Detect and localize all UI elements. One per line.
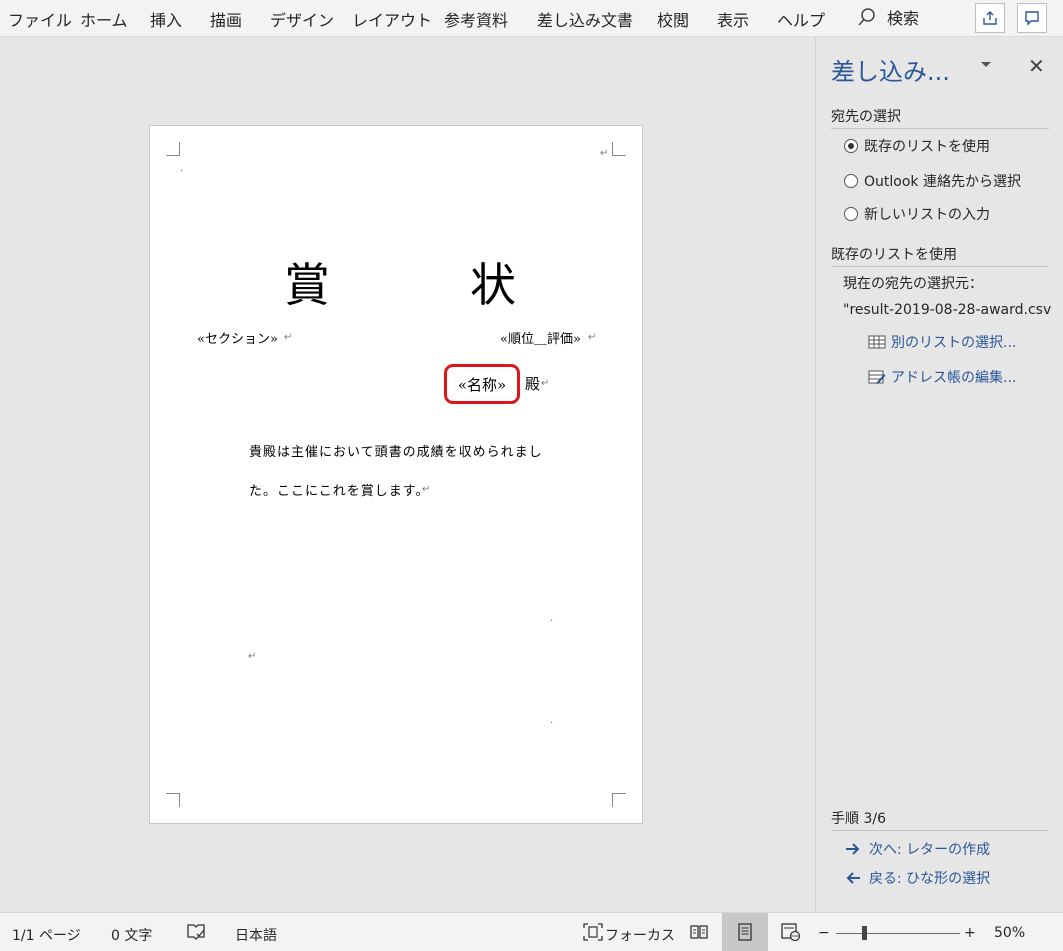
read-mode-icon[interactable] — [689, 923, 709, 941]
mail-merge-pane: 差し込み... ✕ 宛先の選択 既存のリストを使用 Outlook 連絡先から選… — [815, 38, 1063, 912]
tab-review[interactable]: 校閲 — [657, 7, 689, 31]
focus-mode-button[interactable]: フォーカス — [605, 925, 675, 945]
select-other-list-link[interactable]: 別のリストの選択... — [868, 332, 1016, 352]
link-label: 別のリストの選択... — [891, 335, 1017, 351]
current-source-label: 現在の宛先の選択元： — [843, 276, 983, 292]
link-label: アドレス帳の編集... — [891, 370, 1017, 386]
next-step-link[interactable]: 次へ: レターの作成 — [845, 839, 990, 859]
proofing-book-icon[interactable] — [186, 923, 206, 941]
merge-field-rank[interactable]: «順位＿評価» — [500, 328, 581, 347]
margin-corner-bottom-right — [612, 793, 626, 807]
search-label: 検索 — [887, 9, 920, 28]
language-indicator[interactable]: 日本語 — [235, 925, 277, 945]
arrow-right-icon — [846, 843, 860, 855]
share-icon — [983, 11, 997, 25]
honorific-text: 殿 — [525, 375, 541, 393]
margin-corner-top-right — [612, 142, 626, 156]
margin-corner-top-left — [166, 142, 180, 156]
search-icon — [858, 8, 875, 26]
document-page[interactable]: ↵ · 賞 状 «セクション» ↵ «順位＿評価» ↵ «名称» 殿 ↵ 貴殿は… — [149, 125, 643, 824]
tab-help[interactable]: ヘルプ — [777, 7, 825, 31]
link-label: 次へ: レターの作成 — [869, 842, 991, 858]
tab-design[interactable]: デザイン — [270, 7, 334, 31]
zoom-in-button[interactable]: + — [964, 925, 976, 941]
edit-address-book-link[interactable]: アドレス帳の編集... — [868, 367, 1016, 387]
paragraph-mark: · — [180, 166, 184, 177]
tab-references[interactable]: 参考資料 — [444, 7, 508, 31]
pane-title: 差し込み... — [831, 58, 950, 86]
radio-use-existing-list[interactable]: 既存のリストを使用 — [844, 136, 990, 156]
body-text-line-2: た。ここにこれを賞します。 — [249, 484, 430, 499]
tab-insert[interactable]: 挿入 — [150, 7, 182, 31]
paragraph-mark: · — [550, 616, 554, 627]
paragraph-mark: · — [550, 718, 554, 729]
paragraph-mark: ↵ — [541, 378, 550, 389]
paragraph-mark: ↵ — [248, 651, 257, 662]
tab-file[interactable]: ファイル — [8, 7, 72, 31]
paragraph-mark: ↵ — [284, 332, 293, 343]
paragraph-mark: ↵ — [422, 484, 431, 495]
paragraph-mark: ↵ — [600, 148, 609, 159]
title-char-left: 賞 — [284, 258, 330, 312]
ribbon-tab-bar: ファイル ホーム 挿入 描画 デザイン レイアウト 参考資料 差し込み文書 校閲… — [0, 0, 1063, 37]
title-char-right: 状 — [470, 258, 516, 312]
comment-icon — [1025, 11, 1039, 26]
radio-button[interactable] — [844, 207, 858, 221]
zoom-slider-track[interactable] — [836, 933, 960, 934]
zoom-slider-thumb[interactable] — [862, 926, 867, 940]
word-count[interactable]: 0 文字 — [111, 925, 152, 945]
arrow-left-icon — [846, 872, 860, 884]
pane-options-chevron-icon[interactable] — [979, 58, 993, 72]
margin-corner-bottom-left — [166, 793, 180, 807]
radio-button[interactable] — [844, 139, 858, 153]
paragraph-mark: ↵ — [588, 332, 597, 343]
table-icon — [868, 335, 886, 349]
search-box[interactable]: 検索 — [857, 5, 919, 29]
previous-step-link[interactable]: 戻る: ひな形の選択 — [845, 868, 990, 888]
tab-mailings[interactable]: 差し込み文書 — [537, 7, 633, 31]
radio-outlook-contacts[interactable]: Outlook 連絡先から選択 — [844, 171, 1021, 191]
page-count[interactable]: 1/1 ページ — [12, 925, 81, 945]
zoom-out-button[interactable]: − — [818, 925, 830, 941]
focus-icon — [583, 923, 603, 941]
print-layout-icon[interactable] — [735, 923, 755, 941]
close-icon[interactable]: ✕ — [1028, 54, 1045, 78]
status-bar: 1/1 ページ 0 文字 日本語 フォーカス − + 50% — [0, 912, 1063, 951]
tab-layout[interactable]: レイアウト — [352, 7, 432, 31]
merge-field-section[interactable]: «セクション» — [197, 328, 278, 347]
tab-view[interactable]: 表示 — [717, 7, 749, 31]
name-field-highlight: «名称» — [444, 364, 520, 404]
merge-field-name[interactable]: «名称» — [458, 374, 506, 395]
radio-label: 既存のリストを使用 — [864, 139, 990, 155]
tab-draw[interactable]: 描画 — [210, 7, 242, 31]
radio-button[interactable] — [844, 174, 858, 188]
section-heading-recipients: 宛先の選択 — [831, 106, 1049, 129]
comments-button[interactable] — [1017, 3, 1047, 33]
zoom-level[interactable]: 50% — [994, 925, 1025, 941]
radio-label: 新しいリストの入力 — [864, 207, 990, 223]
edit-list-icon — [868, 370, 886, 384]
web-layout-icon[interactable] — [781, 923, 801, 941]
current-source-value: "result-2019-08-28-award.csv — [843, 302, 1052, 318]
share-button[interactable] — [975, 3, 1005, 33]
link-label: 戻る: ひな形の選択 — [869, 871, 991, 887]
document-canvas[interactable]: ↵ · 賞 状 «セクション» ↵ «順位＿評価» ↵ «名称» 殿 ↵ 貴殿は… — [0, 38, 815, 912]
tab-home[interactable]: ホーム — [80, 7, 128, 31]
step-indicator: 手順 3/6 — [831, 808, 1049, 831]
body-text-line-1: 貴殿は主催において頭書の成績を収められまし — [249, 445, 543, 460]
radio-label: Outlook 連絡先から選択 — [864, 174, 1021, 190]
section-heading-existing-list: 既存のリストを使用 — [831, 244, 1049, 267]
radio-new-list[interactable]: 新しいリストの入力 — [844, 204, 990, 224]
